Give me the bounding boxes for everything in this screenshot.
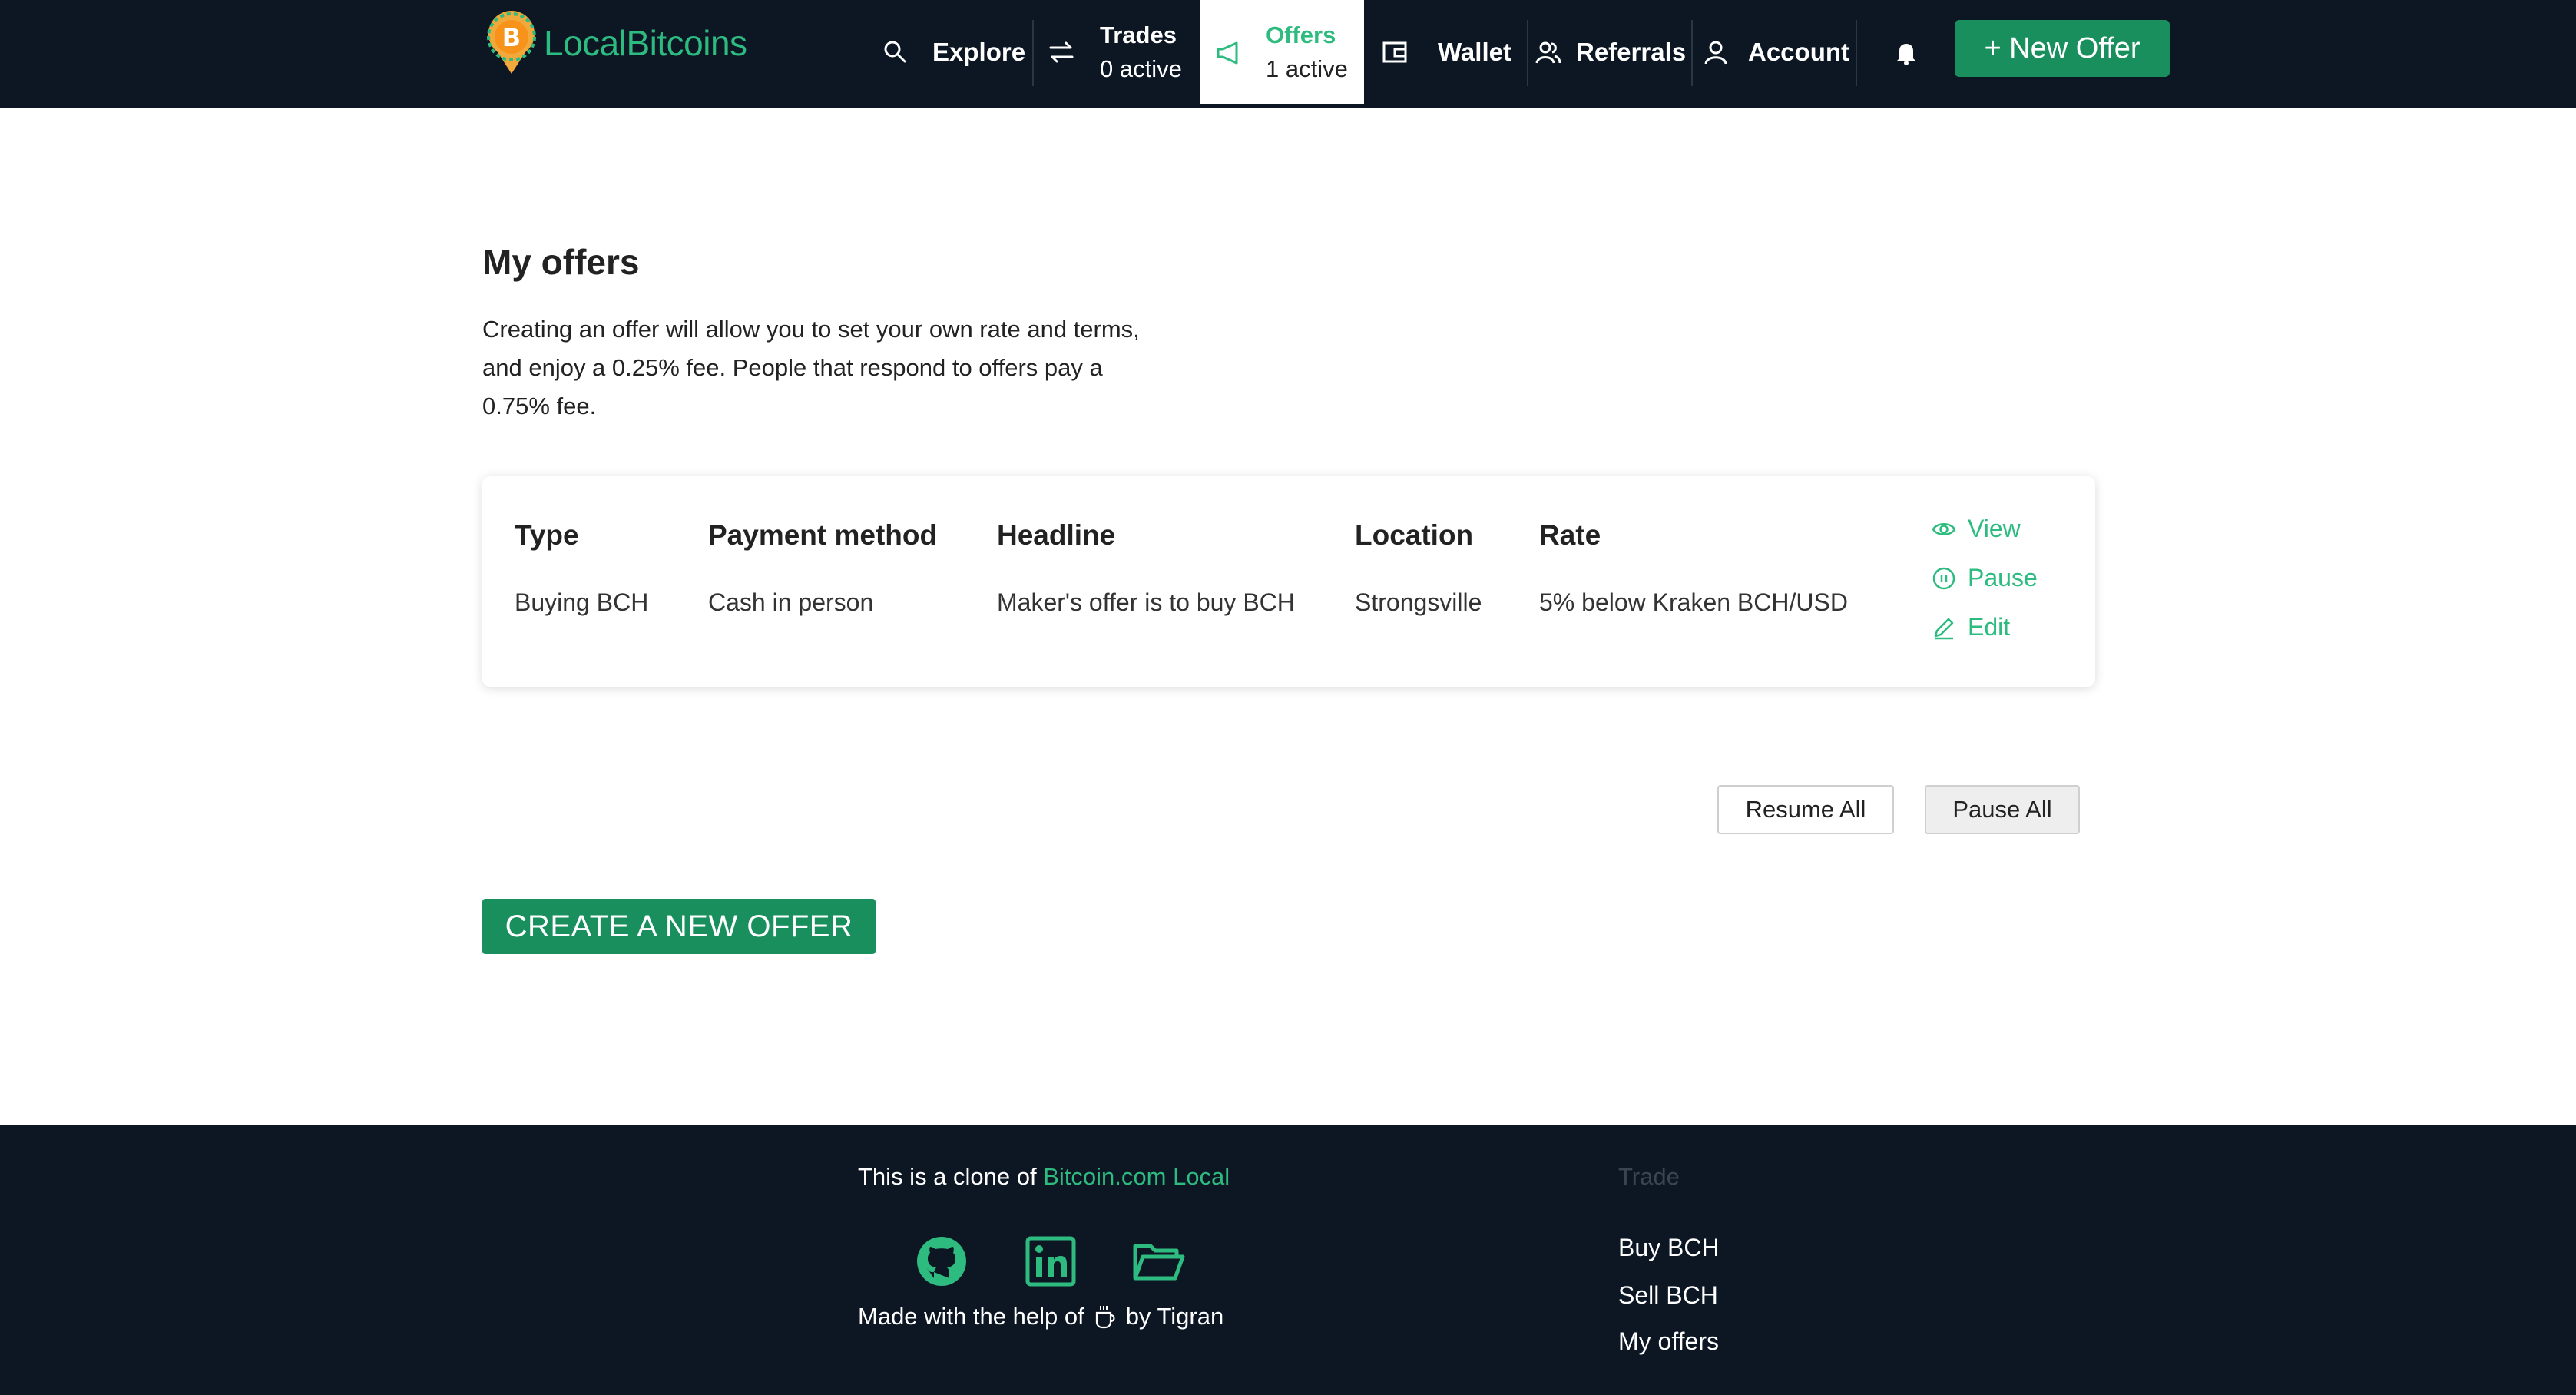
nav-offers-label: Offers [1266,22,1336,48]
pause-label: Pause [1968,564,2038,591]
offers-intro-text: Creating an offer will allow you to set … [482,316,1140,419]
nav-account[interactable]: Account [1700,0,1849,104]
nav-trades-label: Trades [1100,22,1177,48]
footer: This is a clone of Bitcoin.com Local Mad… [0,1125,2576,1395]
offers-table: Type Buying BCH Payment method Cash in p… [482,476,2095,687]
nav-offers-count: 1 active [1266,55,1348,82]
column-header-type: Type [515,519,579,551]
megaphone-icon [1217,41,1238,65]
column-header-location: Location [1355,519,1474,551]
column-header-rate: Rate [1539,519,1601,551]
footer-link-buy-bch[interactable]: Buy BCH [1618,1234,1720,1262]
github-icon[interactable] [914,1234,969,1289]
view-offer-link[interactable]: View [1931,515,2021,543]
edit-label: Edit [1968,613,2011,641]
nav-divider [1856,20,1857,86]
made-by-credit: Made with the help of by Tigran [858,1303,1223,1330]
nav-divider [1691,20,1693,86]
made-suffix: by Tigran [1125,1303,1224,1330]
cell-rate: 5% below Kraken BCH/USD [1539,588,1848,616]
nav-referrals[interactable]: Referrals [1533,0,1686,104]
new-offer-button[interactable]: + New Offer [1955,20,2170,77]
nav-wallet[interactable]: Wallet [1379,0,1511,104]
nav-trades-count: 0 active [1100,55,1182,82]
bitcoin-pin-icon: B [487,11,536,75]
svg-text:B: B [502,23,521,52]
linkedin-icon[interactable] [1023,1234,1078,1289]
search-icon [884,41,906,63]
nav-referrals-label: Referrals [1576,38,1687,66]
pencil-icon [1934,618,1954,639]
column-header-headline: Headline [997,519,1116,551]
nav-account-label: Account [1748,38,1849,66]
cell-payment-method: Cash in person [708,588,874,616]
nav-notifications[interactable] [1891,0,1922,104]
pause-all-button[interactable]: Pause All [1925,785,2080,834]
folder-icon[interactable] [1131,1234,1186,1289]
cell-headline: Maker's offer is to buy BCH [997,588,1295,616]
pause-circle-icon [1932,567,1955,589]
eye-icon [1932,522,1956,535]
create-new-offer-button[interactable]: CREATE A NEW OFFER [482,899,876,954]
nav-trades[interactable]: Trades 0 active [1046,0,1182,104]
nav-wallet-label: Wallet [1438,38,1511,66]
cell-location: Strongsville [1355,588,1482,616]
footer-link-sell-bch[interactable]: Sell BCH [1618,1281,1718,1310]
nav-explore[interactable]: Explore [880,0,1025,104]
made-prefix: Made with the help of [858,1303,1084,1330]
nav-offers[interactable]: Offers 1 active [1200,0,1364,104]
users-icon [1535,41,1561,64]
coffee-icon [1095,1306,1115,1329]
top-navbar: B LocalBitcoins Explore Trades 0 active … [0,0,2576,108]
brand-name: LocalBitcoins [544,23,747,63]
edit-offer-link[interactable]: Edit [1931,613,2010,641]
nav-divider [1032,20,1034,86]
resume-all-button[interactable]: Resume All [1717,785,1894,834]
user-icon [1704,41,1727,65]
bitcoin-com-local-link[interactable]: Bitcoin.com Local [1043,1163,1230,1190]
pause-offer-link[interactable]: Pause [1931,564,2038,592]
cell-type: Buying BCH [515,588,649,616]
bell-icon [1897,44,1915,65]
nav-explore-label: Explore [932,38,1026,66]
nav-divider [1527,20,1528,86]
brand-logo[interactable]: B LocalBitcoins [484,11,747,75]
clone-credit: This is a clone of Bitcoin.com Local [858,1163,1230,1191]
clone-credit-text: This is a clone of [858,1163,1037,1190]
footer-trade-heading: Trade [1618,1163,1680,1190]
page-title: My offers [482,242,640,282]
footer-link-my-offers[interactable]: My offers [1618,1327,1719,1356]
swap-arrows-icon [1049,41,1074,63]
column-header-payment-method: Payment method [708,519,938,551]
view-label: View [1968,515,2021,542]
wallet-icon [1382,41,1407,63]
